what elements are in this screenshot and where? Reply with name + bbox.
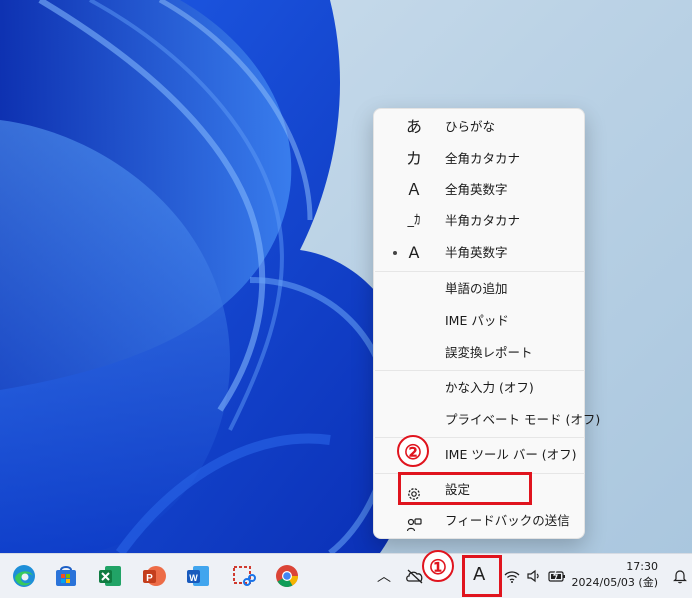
- microsoft-store-icon[interactable]: [53, 563, 79, 589]
- menu-item-fullwidth-alphanumeric[interactable]: Ａ 全角英数字: [374, 175, 584, 205]
- menu-item-label: IME パッド: [445, 313, 509, 328]
- svg-text:W: W: [189, 573, 198, 583]
- settings-highlight-box: [398, 472, 532, 505]
- menu-item-private-mode[interactable]: プライベート モード (オフ): [374, 405, 600, 435]
- halfwidth-katakana-icon: _ｶ: [407, 213, 421, 228]
- chrome-icon[interactable]: [274, 563, 300, 589]
- wifi-icon[interactable]: [504, 570, 520, 584]
- menu-item-kana-input[interactable]: かな入力 (オフ): [374, 373, 584, 403]
- edge-icon[interactable]: [11, 563, 37, 589]
- menu-item-label: 単語の追加: [445, 281, 508, 296]
- desktop-wallpaper: [0, 0, 420, 553]
- fullwidth-a-icon: Ａ: [405, 180, 423, 199]
- menu-item-feedback[interactable]: フィードバックの送信: [374, 506, 584, 536]
- feedback-icon: [406, 513, 422, 532]
- menu-item-label: ひらがな: [445, 119, 496, 134]
- menu-item-label: 半角英数字: [445, 245, 508, 260]
- menu-item-label: 誤変換レポート: [445, 345, 533, 360]
- menu-separator: [375, 271, 585, 272]
- show-hidden-icons-chevron-icon[interactable]: ︿: [377, 566, 391, 586]
- menu-separator: [375, 370, 585, 371]
- volume-icon[interactable]: [526, 569, 542, 583]
- clock-date: 2024/05/03 (金): [571, 576, 658, 589]
- annotation-badge-1: ①: [422, 550, 454, 582]
- clock-time: 17:30: [626, 560, 658, 573]
- menu-item-ime-pad[interactable]: IME パッド: [374, 306, 584, 336]
- powerpoint-icon[interactable]: P: [141, 563, 167, 589]
- annotation-badge-2: ②: [397, 435, 429, 467]
- menu-item-add-word[interactable]: 単語の追加: [374, 274, 584, 304]
- menu-item-label: フィードバックの送信: [445, 513, 570, 528]
- snipping-tool-icon[interactable]: [230, 563, 256, 589]
- word-icon[interactable]: W: [185, 563, 211, 589]
- menu-item-label: かな入力 (オフ): [445, 380, 534, 395]
- menu-item-label: 半角カタカナ: [445, 213, 521, 228]
- katakana-icon: カ: [405, 149, 423, 168]
- battery-charging-icon[interactable]: [548, 569, 566, 583]
- excel-icon[interactable]: [97, 563, 123, 589]
- menu-item-hiragana[interactable]: あ ひらがな: [374, 112, 584, 142]
- ime-mode-indicator[interactable]: A: [473, 564, 485, 585]
- notification-bell-icon[interactable]: [673, 569, 687, 584]
- halfwidth-a-icon: A: [408, 243, 420, 262]
- menu-item-label: プライベート モード (オフ): [445, 412, 601, 427]
- menu-item-halfwidth-katakana[interactable]: _ｶ 半角カタカナ: [374, 206, 584, 236]
- system-clock[interactable]: 17:30 2024/05/03 (金): [572, 559, 658, 591]
- svg-text:P: P: [146, 573, 153, 584]
- selected-bullet-icon: [393, 251, 397, 255]
- menu-item-label: 全角英数字: [445, 182, 508, 197]
- hiragana-icon: あ: [405, 117, 423, 136]
- menu-item-conversion-report[interactable]: 誤変換レポート: [374, 338, 584, 368]
- menu-item-halfwidth-alphanumeric[interactable]: A 半角英数字: [374, 238, 584, 268]
- taskbar: P W ︿ A 17:30 2024/05/03 (金): [0, 553, 692, 598]
- menu-item-label: 全角カタカナ: [445, 151, 521, 166]
- menu-item-fullwidth-katakana[interactable]: カ 全角カタカナ: [374, 144, 584, 174]
- menu-item-label: IME ツール バー (オフ): [445, 447, 577, 462]
